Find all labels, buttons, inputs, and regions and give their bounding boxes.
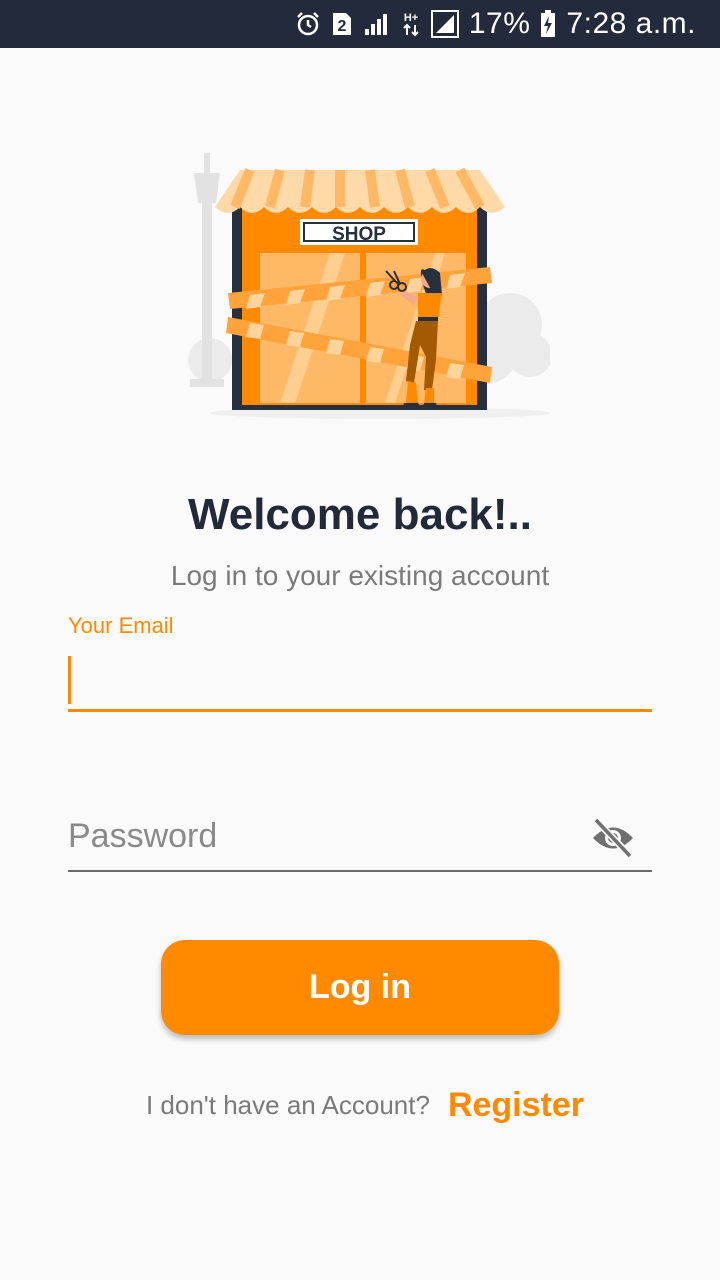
visibility-off-icon[interactable] (590, 817, 636, 859)
email-label: Your Email (68, 613, 174, 638)
email-field[interactable] (68, 652, 652, 712)
battery-percent: 17% (468, 7, 531, 40)
welcome-title: Welcome back!.. (188, 490, 532, 539)
password-placeholder: Password (68, 817, 218, 855)
sim-2-icon: 2 (331, 11, 353, 37)
login-subtitle: Log in to your existing account (170, 560, 550, 591)
alarm-icon (295, 11, 321, 37)
signal-icon (363, 11, 391, 37)
signal-icon (430, 10, 459, 38)
no-account-text: I don't have an Account? (145, 1089, 430, 1120)
register-link[interactable]: Register (448, 1086, 584, 1125)
register-row: I don't have an Account? Register (0, 1080, 720, 1130)
login-button[interactable]: Log in (161, 940, 559, 1035)
svg-text:H+: H+ (404, 12, 418, 24)
password-field[interactable]: Password (68, 812, 652, 872)
svg-text:2: 2 (337, 18, 346, 35)
shop-illustration: SHOP (180, 145, 552, 425)
clock: 7:28 a.m. (566, 7, 696, 40)
svg-text:SHOP: SHOP (332, 224, 386, 245)
battery-charging-icon (540, 10, 556, 38)
status-bar: 2 H+ 17% 7:28 a.m. (0, 0, 720, 48)
data-hplus-icon: H+ (401, 9, 421, 39)
text-cursor (68, 656, 71, 704)
